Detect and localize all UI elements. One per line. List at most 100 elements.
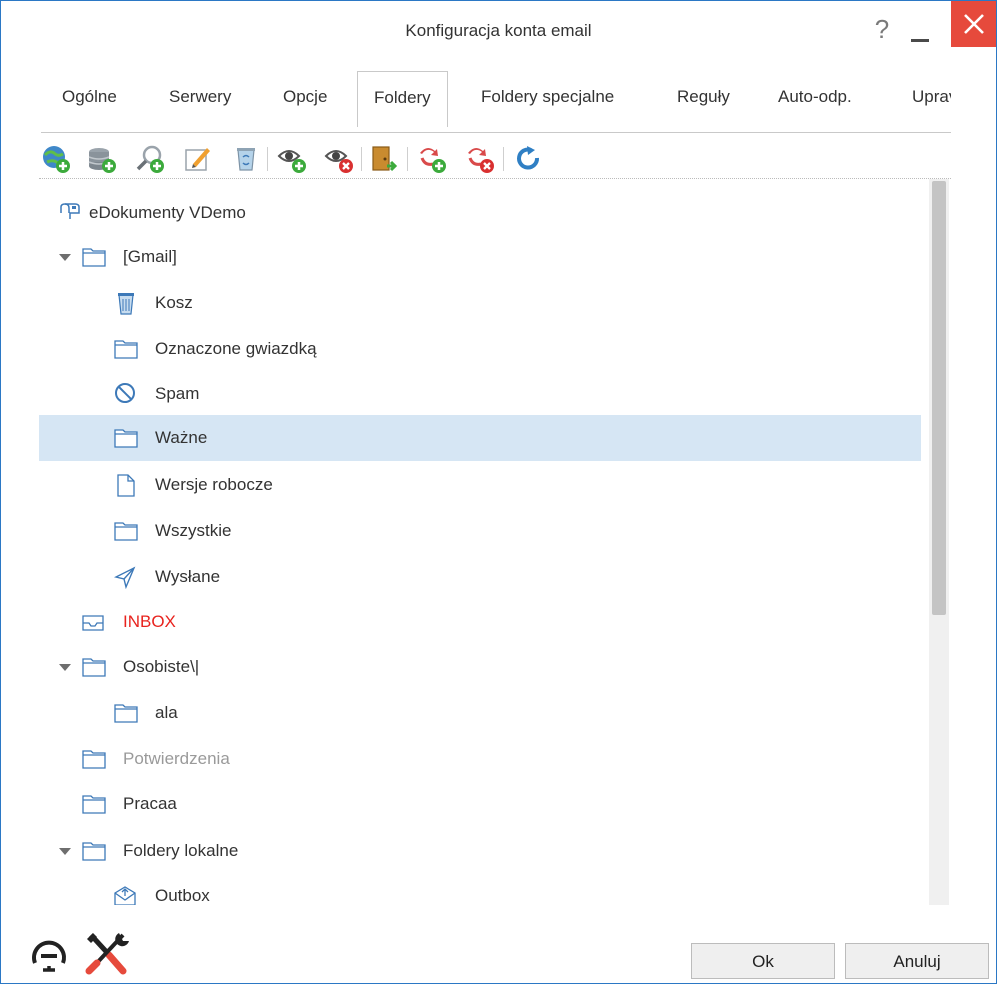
folder-icon bbox=[81, 747, 107, 771]
collapse-triangle-icon[interactable] bbox=[57, 659, 73, 675]
tree-item-label: Oznaczone gwiazdką bbox=[155, 339, 317, 358]
tree-item-label: Foldery lokalne bbox=[123, 841, 239, 860]
tree-folder-row-inbox[interactable]: INBOX bbox=[39, 602, 921, 642]
tree-folder-row[interactable]: Outbox bbox=[39, 876, 921, 905]
tree-item-label: INBOX bbox=[123, 612, 176, 631]
close-button[interactable] bbox=[951, 1, 996, 47]
move-button[interactable] bbox=[369, 144, 399, 174]
tab-special-folders[interactable]: Foldery specjalne bbox=[465, 71, 630, 123]
tree-item-label: ala bbox=[155, 703, 178, 722]
tab-permissions[interactable]: Uprav bbox=[896, 71, 951, 123]
subscribe-button[interactable] bbox=[277, 144, 307, 174]
dashboard-icon[interactable] bbox=[29, 937, 69, 973]
tree-item-label: Wszystkie bbox=[155, 521, 232, 540]
tree-folder-row[interactable]: Wszystkie bbox=[39, 511, 921, 551]
tree-account-row[interactable]: eDokumenty VDemo bbox=[39, 193, 921, 233]
tree-folder-row[interactable]: Wersje robocze bbox=[39, 465, 921, 505]
delete-bin-icon bbox=[237, 148, 255, 171]
help-button[interactable]: ? bbox=[867, 11, 897, 47]
new-database-button[interactable] bbox=[87, 144, 117, 174]
tree-folder-row[interactable]: [Gmail] bbox=[39, 237, 921, 277]
tree-item-label: Wersje robocze bbox=[155, 475, 273, 494]
account-icon bbox=[57, 201, 83, 225]
tree-folder-row[interactable]: Osobiste\| bbox=[39, 647, 921, 687]
collapse-triangle-icon[interactable] bbox=[57, 843, 73, 859]
unsubscribe-icon bbox=[324, 150, 353, 173]
remove-rule-icon bbox=[468, 147, 494, 173]
spam-icon bbox=[113, 382, 139, 406]
tools-icon[interactable] bbox=[83, 931, 131, 975]
tree-folder-row[interactable]: Foldery lokalne bbox=[39, 831, 921, 871]
subscribe-icon bbox=[277, 150, 306, 173]
add-rule-button[interactable] bbox=[417, 144, 447, 174]
tab-bar: Ogólne Serwery Opcje Foldery Foldery spe… bbox=[41, 71, 951, 133]
tree-folder-row[interactable]: Potwierdzenia bbox=[39, 739, 921, 779]
tree-folder-row[interactable]: ala bbox=[39, 693, 921, 733]
draft-icon bbox=[113, 473, 139, 497]
account-config-window: Konfiguracja konta email ? Ogólne Serwer… bbox=[0, 0, 997, 984]
tree-folder-row[interactable]: Pracaa bbox=[39, 784, 921, 824]
tree-item-label: Pracaa bbox=[123, 794, 177, 813]
tree-item-label: Potwierdzenia bbox=[123, 749, 230, 768]
folder-icon bbox=[81, 655, 107, 679]
remove-rule-button[interactable] bbox=[465, 144, 495, 174]
minimize-icon bbox=[911, 39, 929, 42]
edit-button[interactable] bbox=[183, 144, 213, 174]
sent-icon bbox=[113, 565, 139, 590]
search-user-icon bbox=[136, 145, 164, 173]
folder-icon bbox=[81, 839, 107, 863]
toolbar-separator bbox=[407, 147, 408, 171]
tree-folder-row[interactable]: Oznaczone gwiazdką bbox=[39, 329, 921, 369]
add-rule-icon bbox=[420, 147, 446, 173]
window-title: Konfiguracja konta email bbox=[405, 21, 592, 40]
outbox-icon bbox=[113, 884, 139, 905]
tree-item-label: eDokumenty VDemo bbox=[89, 203, 246, 222]
tab-servers[interactable]: Serwery bbox=[153, 71, 247, 123]
refresh-icon bbox=[517, 146, 539, 170]
globe-add-icon bbox=[43, 146, 70, 173]
folder-tree: eDokumenty VDemo [Gmail] Kosz Oznaczone … bbox=[39, 181, 929, 905]
folder-icon bbox=[113, 426, 139, 450]
scrollbar-thumb[interactable] bbox=[932, 181, 946, 615]
cancel-button[interactable]: Anuluj bbox=[845, 943, 989, 979]
inbox-icon bbox=[81, 610, 107, 634]
delete-button[interactable] bbox=[231, 144, 261, 174]
tree-item-label: Wysłane bbox=[155, 567, 221, 586]
tree-item-label: Outbox bbox=[155, 886, 210, 905]
folder-icon bbox=[113, 519, 139, 543]
folder-icon bbox=[113, 701, 139, 725]
folder-icon bbox=[113, 337, 139, 361]
find-button[interactable] bbox=[135, 144, 165, 174]
tab-options[interactable]: Opcje bbox=[267, 71, 343, 123]
toolbar-separator bbox=[503, 147, 504, 171]
close-icon bbox=[964, 14, 984, 34]
minimize-button[interactable] bbox=[903, 11, 943, 47]
tree-item-label: [Gmail] bbox=[123, 247, 177, 266]
collapse-triangle-icon[interactable] bbox=[57, 249, 73, 265]
new-account-button[interactable] bbox=[41, 144, 71, 174]
tree-folder-row-selected[interactable]: Ważne bbox=[39, 415, 921, 461]
toolbar-separator bbox=[267, 147, 268, 171]
folder-icon bbox=[81, 792, 107, 816]
refresh-button[interactable] bbox=[513, 144, 543, 174]
ok-button[interactable]: Ok bbox=[691, 943, 835, 979]
tree-folder-row[interactable]: Kosz bbox=[39, 283, 921, 323]
edit-icon bbox=[185, 148, 210, 171]
tree-folder-row[interactable]: Spam bbox=[39, 374, 921, 414]
toolbar-separator bbox=[361, 147, 362, 171]
tree-folder-row[interactable]: Wysłane bbox=[39, 557, 921, 597]
tab-folders[interactable]: Foldery bbox=[357, 71, 448, 127]
tree-item-label: Osobiste\| bbox=[123, 657, 200, 676]
trash-icon bbox=[113, 291, 139, 315]
tree-scrollbar[interactable] bbox=[929, 179, 949, 905]
move-folder-icon bbox=[372, 146, 398, 172]
database-add-icon bbox=[88, 148, 116, 173]
tab-auto-reply[interactable]: Auto-odp. bbox=[762, 71, 868, 123]
folder-icon bbox=[81, 245, 107, 269]
unsubscribe-button[interactable] bbox=[324, 144, 354, 174]
tree-item-label: Spam bbox=[155, 384, 200, 403]
tab-general[interactable]: Ogólne bbox=[46, 71, 133, 123]
tree-item-label: Kosz bbox=[155, 293, 193, 312]
folder-toolbar bbox=[39, 141, 951, 179]
tab-rules[interactable]: Reguły bbox=[661, 71, 746, 123]
